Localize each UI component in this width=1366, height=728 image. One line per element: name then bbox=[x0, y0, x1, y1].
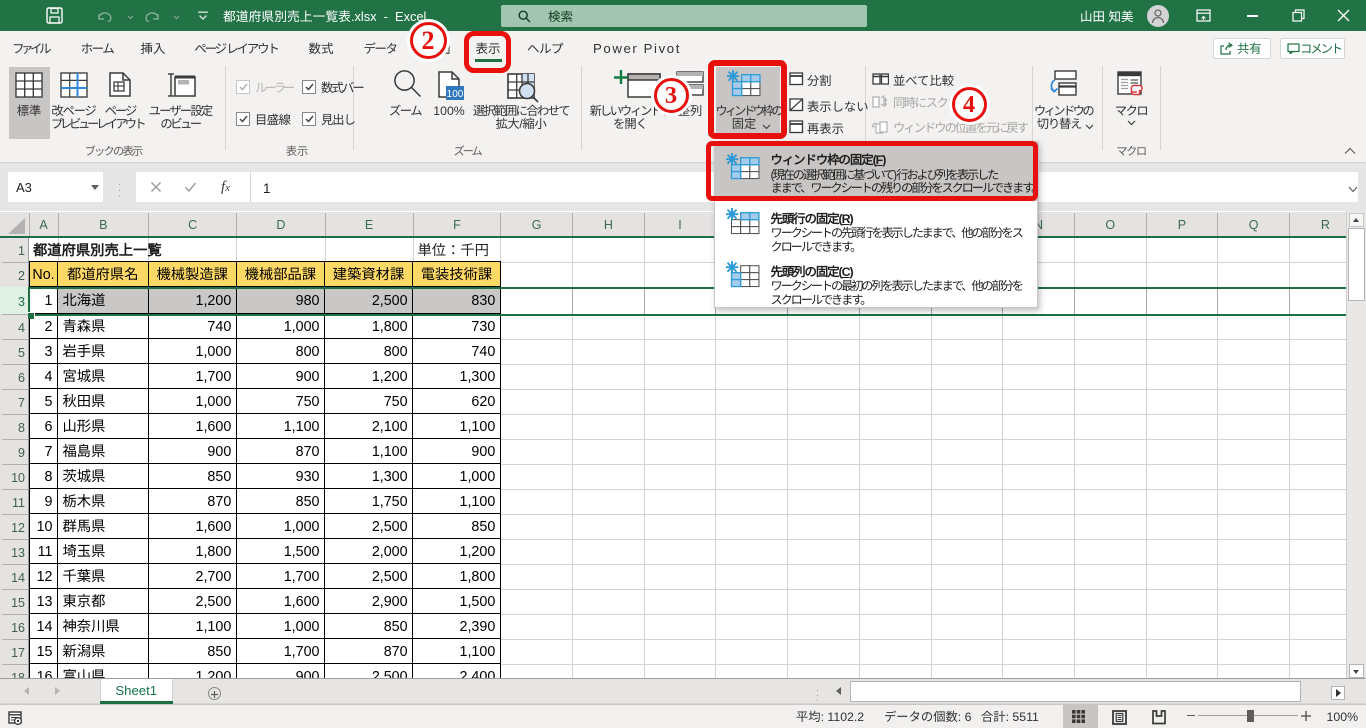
svg-text:100: 100 bbox=[447, 89, 464, 100]
